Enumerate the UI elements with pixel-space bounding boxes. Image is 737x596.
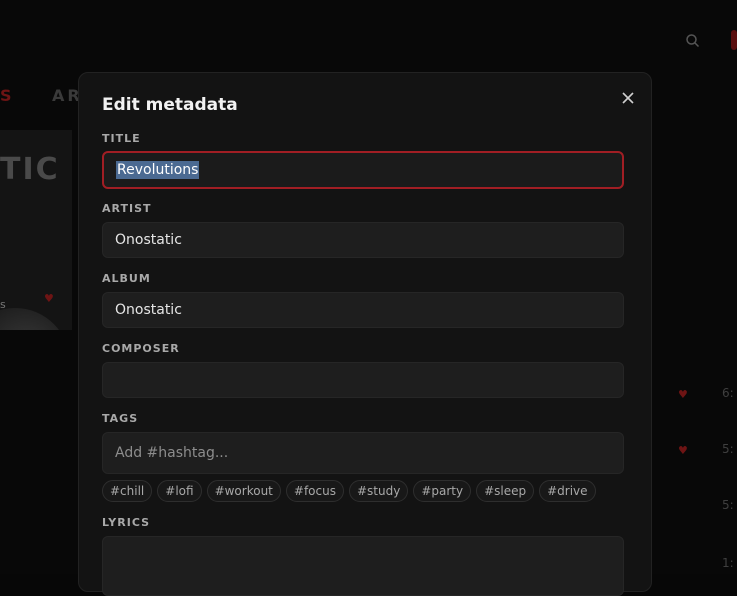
artist-field[interactable]: Onostatic [102, 222, 624, 258]
heart-icon[interactable]: ♥ [678, 388, 688, 401]
edit-metadata-dialog: Edit metadata TITLE Revolutions ARTIST O… [78, 72, 652, 596]
composer-label: COMPOSER [102, 342, 180, 355]
lyrics-field[interactable] [102, 536, 624, 596]
dialog-title: Edit metadata [102, 95, 238, 115]
nav-tab-active[interactable]: S [0, 86, 14, 105]
tag-chip[interactable]: #workout [206, 480, 281, 502]
album-art-graphic [0, 308, 70, 330]
artist-label: ARTIST [102, 202, 152, 215]
tag-chip[interactable]: #lofi [157, 480, 202, 502]
heart-icon[interactable]: ♥ [678, 444, 688, 457]
tag-chip[interactable]: #chill [102, 480, 153, 502]
tag-chip[interactable]: #party [413, 480, 472, 502]
lyrics-label: LYRICS [102, 516, 151, 529]
suggested-tags: #chill #lofi #workout #focus #study #par… [102, 480, 596, 502]
track-duration: 1: [722, 556, 734, 570]
title-label: TITLE [102, 132, 141, 145]
tags-input-placeholder: Add #hashtag... [115, 445, 229, 461]
album-field[interactable]: Onostatic [102, 292, 624, 328]
album-cover-subtitle: s [0, 298, 6, 311]
track-duration: 5: [722, 442, 734, 456]
composer-field[interactable] [102, 362, 624, 398]
album-cover-title: TIC [0, 152, 60, 187]
track-duration: 6: [722, 386, 734, 400]
title-field[interactable]: Revolutions [102, 151, 624, 189]
heart-icon[interactable]: ♥ [44, 292, 54, 305]
tags-input[interactable]: Add #hashtag... [102, 432, 624, 474]
track-duration: 5: [722, 498, 734, 512]
tag-chip[interactable]: #sleep [476, 480, 535, 502]
tag-chip[interactable]: #study [348, 480, 409, 502]
header-accent-button[interactable] [731, 30, 737, 50]
close-icon[interactable] [619, 89, 637, 107]
tag-chip[interactable]: #focus [285, 480, 344, 502]
tags-label: TAGS [102, 412, 139, 425]
search-icon[interactable] [684, 32, 702, 50]
title-field-value: Revolutions [116, 161, 200, 179]
album-label: ALBUM [102, 272, 151, 285]
tag-chip[interactable]: #drive [539, 480, 596, 502]
